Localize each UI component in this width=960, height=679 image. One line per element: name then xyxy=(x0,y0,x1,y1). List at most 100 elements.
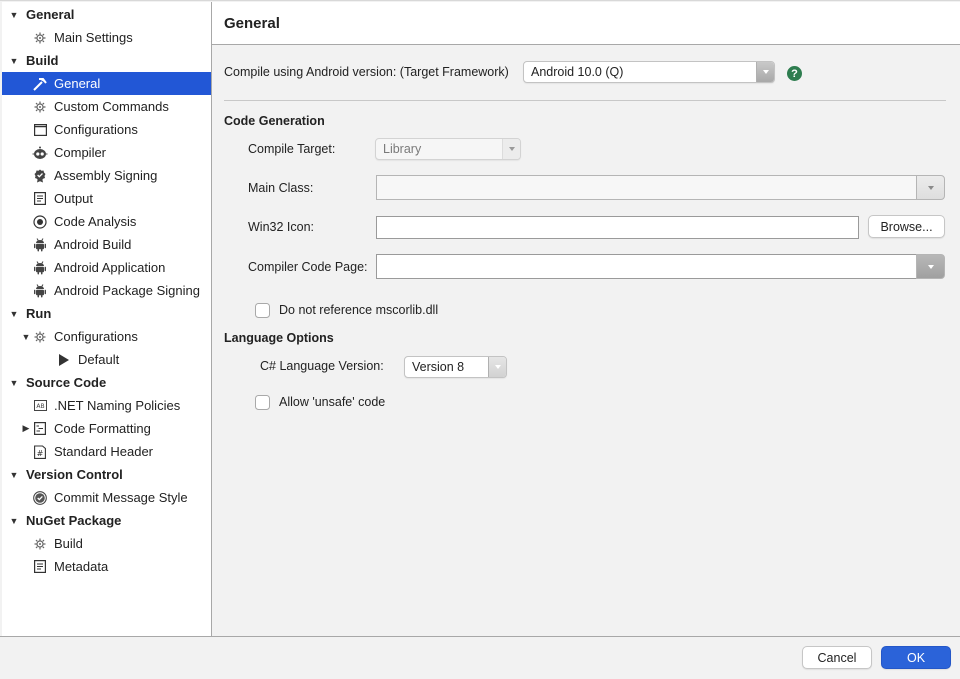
sidebar-item-label: Output xyxy=(54,191,94,206)
sidebar-item-label: Metadata xyxy=(54,559,109,574)
cancel-button[interactable]: Cancel xyxy=(802,646,872,669)
disclosure-collapsed-icon[interactable]: ▶ xyxy=(20,423,32,434)
sidebar-item-label: .NET Naming Policies xyxy=(54,398,181,413)
format-icon xyxy=(32,421,48,437)
sidebar-item-code-analysis[interactable]: Code Analysis xyxy=(2,210,211,233)
sidebar-item-label: Default xyxy=(78,352,120,367)
sidebar-item-nuget-package[interactable]: ▼ NuGet Package xyxy=(2,509,211,532)
sidebar-item-metadata[interactable]: Metadata xyxy=(2,555,211,578)
hash-icon: # xyxy=(32,444,48,460)
sidebar-item-general[interactable]: General xyxy=(2,72,211,95)
options-sidebar: ▼ General Main Settings ▼ Build General Custom… xyxy=(2,2,212,636)
naming-icon: AB xyxy=(32,398,48,414)
sidebar-item-compiler[interactable]: Compiler xyxy=(2,141,211,164)
sidebar-item-configurations[interactable]: ▼ Configurations xyxy=(2,325,211,348)
hammer-icon xyxy=(32,76,48,92)
divider xyxy=(224,100,946,101)
sidebar-item-label: NuGet Package xyxy=(26,513,122,528)
chevron-down-icon xyxy=(756,62,774,82)
sidebar-item-android-package-signing[interactable]: Android Package Signing xyxy=(2,279,211,302)
compile-target-value: Library xyxy=(383,142,422,156)
sidebar-item-label: Configurations xyxy=(54,329,138,344)
android-icon xyxy=(32,283,48,299)
sidebar-item-build[interactable]: Build xyxy=(2,532,211,555)
certificate-icon xyxy=(32,168,48,184)
sidebar-item-label: Commit Message Style xyxy=(54,490,188,505)
sidebar-item-label: Run xyxy=(26,306,52,321)
compiler-code-page-label: Compiler Code Page: xyxy=(248,260,368,274)
sidebar-item-configurations[interactable]: Configurations xyxy=(2,118,211,141)
win32-icon-input[interactable] xyxy=(376,216,859,239)
csharp-version-select[interactable]: Version 8 xyxy=(404,356,507,378)
target-framework-value: Android 10.0 (Q) xyxy=(531,65,624,79)
sidebar-item-label: Assembly Signing xyxy=(54,168,158,183)
svg-text:#: # xyxy=(37,449,44,458)
sidebar-item-android-build[interactable]: Android Build xyxy=(2,233,211,256)
disclosure-expanded-icon[interactable]: ▼ xyxy=(20,332,32,342)
sidebar-item-android-application[interactable]: Android Application xyxy=(2,256,211,279)
main-class-label: Main Class: xyxy=(248,181,314,195)
disclosure-expanded-icon[interactable]: ▼ xyxy=(8,10,20,20)
page-title: General xyxy=(224,15,280,32)
sidebar-item-main-settings[interactable]: Main Settings xyxy=(2,26,211,49)
sidebar-item-standard-header[interactable]: # Standard Header xyxy=(2,440,211,463)
win32-icon-label: Win32 Icon: xyxy=(248,220,315,234)
language-options-heading: Language Options xyxy=(224,331,334,345)
radio-icon xyxy=(32,214,48,230)
target-framework-label: Compile using Android version: (Target F… xyxy=(224,65,509,79)
sidebar-item-commit-message-style[interactable]: Commit Message Style xyxy=(2,486,211,509)
sidebar-item-label: Configurations xyxy=(54,122,138,137)
sidebar-item-build[interactable]: ▼ Build xyxy=(2,49,211,72)
sidebar-item-code-formatting[interactable]: ▶ Code Formatting xyxy=(2,417,211,440)
help-icon[interactable]: ? xyxy=(787,66,802,81)
csharp-version-value: Version 8 xyxy=(412,360,465,374)
sidebar-item-output[interactable]: Output xyxy=(2,187,211,210)
disclosure-expanded-icon[interactable]: ▼ xyxy=(8,378,20,388)
sidebar-item-label: General xyxy=(26,7,75,22)
gear-icon xyxy=(32,99,48,115)
sidebar-item-label: Android Package Signing xyxy=(54,283,200,298)
sidebar-item-label: Source Code xyxy=(26,375,107,390)
document-icon xyxy=(32,559,48,575)
ok-button[interactable]: OK xyxy=(881,646,951,669)
project-options-dialog: ▼ General Main Settings ▼ Build General Custom… xyxy=(0,0,960,679)
disclosure-expanded-icon[interactable]: ▼ xyxy=(8,516,20,526)
sidebar-item-run[interactable]: ▼ Run xyxy=(2,302,211,325)
sidebar-item-custom-commands[interactable]: Custom Commands xyxy=(2,95,211,118)
disclosure-expanded-icon[interactable]: ▼ xyxy=(8,309,20,319)
gear-icon xyxy=(32,30,48,46)
code-generation-heading: Code Generation xyxy=(224,114,325,128)
svg-text:AB: AB xyxy=(36,403,44,410)
target-framework-select[interactable]: Android 10.0 (Q) xyxy=(523,61,775,83)
disclosure-expanded-icon[interactable]: ▼ xyxy=(8,470,20,480)
sidebar-item-assembly-signing[interactable]: Assembly Signing xyxy=(2,164,211,187)
sidebar-item-label: General xyxy=(54,76,101,91)
compiler-code-page-input[interactable] xyxy=(376,254,916,279)
window-icon xyxy=(32,122,48,138)
compiler-code-page-combo[interactable] xyxy=(376,254,945,279)
sidebar-item-label: Compiler xyxy=(54,145,107,160)
sidebar-item-label: Android Build xyxy=(54,237,132,252)
android-icon xyxy=(32,237,48,253)
sidebar-item-label: Android Application xyxy=(54,260,166,275)
main-class-combo[interactable] xyxy=(376,175,945,200)
sidebar-item-source-code[interactable]: ▼ Source Code xyxy=(2,371,211,394)
sidebar-item-label: Standard Header xyxy=(54,444,154,459)
sidebar-item-default[interactable]: Default xyxy=(2,348,211,371)
sidebar-item-general[interactable]: ▼ General xyxy=(2,3,211,26)
disclosure-expanded-icon[interactable]: ▼ xyxy=(8,56,20,66)
main-class-input[interactable] xyxy=(376,175,916,200)
compile-target-select[interactable]: Library xyxy=(375,138,521,160)
allow-unsafe-label[interactable]: Allow 'unsafe' code xyxy=(279,395,385,409)
dialog-footer: Cancel OK xyxy=(0,636,960,679)
no-mscorlib-checkbox[interactable] xyxy=(255,303,270,318)
sidebar-item-label: Code Formatting xyxy=(54,421,151,436)
sidebar-item-version-control[interactable]: ▼ Version Control xyxy=(2,463,211,486)
chevron-down-icon[interactable] xyxy=(916,175,945,200)
sidebar-item-net-naming-policies[interactable]: AB .NET Naming Policies xyxy=(2,394,211,417)
no-mscorlib-label[interactable]: Do not reference mscorlib.dll xyxy=(279,303,438,317)
browse-button[interactable]: Browse... xyxy=(868,215,945,238)
allow-unsafe-checkbox[interactable] xyxy=(255,395,270,410)
sidebar-item-label: Code Analysis xyxy=(54,214,137,229)
chevron-down-icon[interactable] xyxy=(916,254,945,279)
